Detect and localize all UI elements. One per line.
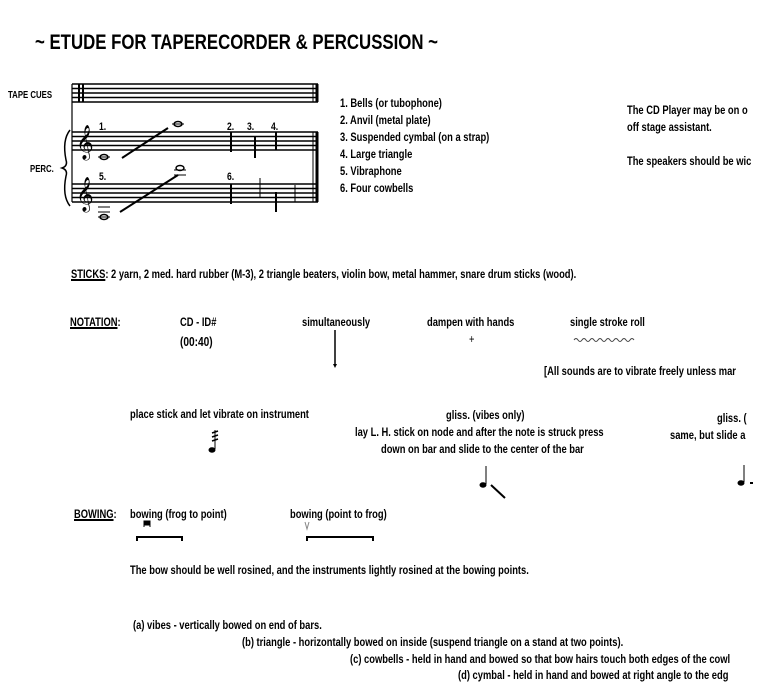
dampen-symbol: + [469, 332, 475, 346]
notation-colon: : [117, 315, 121, 329]
sticks-label: STICKS [71, 267, 106, 281]
side-note-3: The speakers should be wic [627, 154, 752, 168]
gliss2-desc: same, but slide a [670, 428, 746, 442]
perc-label: PERC. [30, 164, 54, 175]
sticks-text: : 2 yarn, 2 med. hard rubber (M-3), 2 tr… [105, 267, 577, 281]
tremolo-note [208, 430, 219, 453]
bowing-item-c: (c) cowbells - held in hand and bowed so… [350, 652, 731, 666]
mark-5: 5. [99, 171, 107, 183]
mark-1: 1. [99, 121, 107, 133]
perc-staff-lower [72, 183, 318, 203]
bowing-symbols [136, 520, 374, 541]
mark-2: 2. [227, 121, 235, 133]
bowing-heading: BOWING: [74, 507, 117, 521]
roll-symbol [573, 338, 635, 342]
gliss-note [479, 466, 506, 499]
gliss-title: gliss. (vibes only) [446, 408, 525, 422]
bowing-item-a: (a) vibes - vertically bowed on end of b… [133, 618, 322, 632]
instrument-item: 6. Four cowbells [340, 181, 414, 195]
notation-label: NOTATION [70, 315, 118, 329]
roll-label: single stroke roll [570, 315, 645, 329]
brace [59, 129, 71, 207]
bowing-item-b: (b) triangle - horizontally bowed on ins… [242, 635, 624, 649]
cd-id-label: CD - ID# [180, 315, 217, 329]
gliss2-note [737, 465, 753, 486]
bowing-colon: : [113, 507, 117, 521]
bowing-item-d: (d) cymbal - held in hand and bowed at r… [458, 668, 729, 682]
side-note-2: off stage assistant. [627, 120, 712, 134]
sticks-line: STICKS: 2 yarn, 2 med. hard rubber (M-3)… [71, 267, 576, 281]
treble-clef-upper: 𝄞 [76, 125, 94, 161]
simultaneously-label: simultaneously [302, 315, 371, 329]
gliss2-title: gliss. ( [717, 411, 747, 425]
rosin-note: The bow should be well rosined, and the … [130, 563, 529, 577]
instrument-item: 2. Anvil (metal plate) [340, 113, 431, 127]
gliss-desc-2: down on bar and slide to the center of t… [381, 442, 584, 456]
mark-3: 3. [247, 121, 255, 133]
frog-to-point-label: bowing (frog to point) [130, 507, 227, 521]
bowing-label: BOWING [74, 507, 114, 521]
notation-heading: NOTATION: [70, 315, 121, 329]
place-stick-label: place stick and let vibrate on instrumen… [130, 407, 309, 421]
side-note-1: The CD Player may be on o [627, 103, 748, 117]
dampen-label: dampen with hands [427, 315, 515, 329]
instrument-item: 1. Bells (or tubophone) [340, 96, 442, 110]
free-vibrate-note: [All sounds are to vibrate freely unless… [544, 364, 736, 378]
instrument-item: 5. Vibraphone [340, 164, 402, 178]
mark-6: 6. [227, 171, 235, 183]
point-to-frog-label: bowing (point to frog) [290, 507, 387, 521]
gliss-desc-1: lay L. H. stick on node and after the no… [355, 425, 604, 439]
instrument-item: 3. Suspended cymbal (on a strap) [340, 130, 490, 144]
instrument-item: 4. Large triangle [340, 147, 413, 161]
tape-cues-label: TAPE CUES [8, 90, 53, 101]
perc-staff-upper [72, 131, 318, 151]
tape-staff [72, 83, 318, 103]
mark-4: 4. [271, 121, 279, 133]
treble-clef-lower: 𝄞 [76, 177, 94, 213]
cd-time: (00:40) [180, 334, 213, 349]
